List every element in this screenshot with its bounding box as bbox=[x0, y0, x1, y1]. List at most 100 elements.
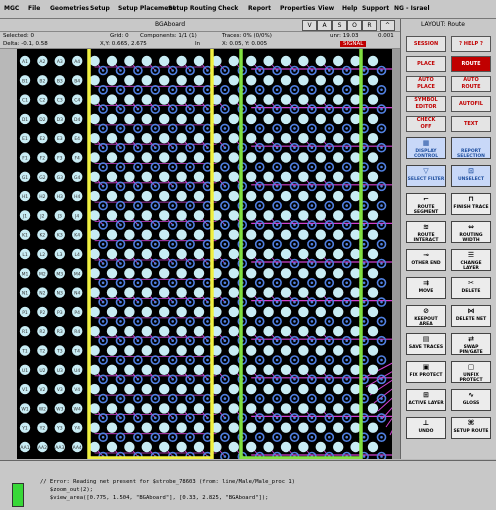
check-off-button[interactable]: CHECK OFF bbox=[406, 116, 446, 132]
bga-pad bbox=[159, 364, 170, 375]
help-button[interactable]: ? HELP ? bbox=[451, 36, 491, 52]
bga-pad bbox=[298, 287, 309, 298]
via-hole bbox=[136, 262, 140, 265]
active-layer-button[interactable]: ⊞ ACTIVE LAYER bbox=[406, 389, 446, 411]
select-filter-button[interactable]: ▽ SELECT FILTER bbox=[406, 165, 446, 187]
bga-pad bbox=[228, 94, 239, 105]
pad-label: H1 bbox=[22, 194, 28, 200]
place-button[interactable]: PLACE bbox=[406, 56, 446, 72]
pcb-canvas[interactable]: A1 A2 A3 A4 B1 B2 B3 B4 C1 C2 C3 C4 D1 D2 D3 D4 E1 E2 E3 E4… bbox=[17, 42, 401, 462]
menu-mgc[interactable]: MGC bbox=[4, 5, 19, 13]
button-label: FIX PROTECT bbox=[409, 373, 443, 378]
menu-report[interactable]: Report bbox=[248, 5, 271, 13]
bga-pad bbox=[106, 75, 118, 86]
via-hole bbox=[119, 378, 122, 381]
bga-pad bbox=[176, 403, 187, 414]
bga-pad bbox=[89, 306, 100, 318]
routing-width-button[interactable]: ⇔ ROUTING WIDTH bbox=[451, 221, 491, 243]
area-button[interactable]: A bbox=[317, 20, 332, 31]
pad-label: K2 bbox=[39, 233, 45, 239]
bga-pad bbox=[280, 403, 292, 414]
bga-pad bbox=[263, 133, 274, 144]
menu-view[interactable]: View bbox=[318, 5, 334, 13]
bga-pad bbox=[124, 287, 135, 298]
menu-setup-placement[interactable]: Setup Placement bbox=[118, 5, 176, 13]
option-button[interactable]: O bbox=[347, 20, 362, 31]
button-label: REPORT SELECTION bbox=[457, 149, 485, 159]
pad-label: V1 bbox=[22, 387, 28, 393]
bga-pad bbox=[141, 94, 152, 105]
session-button[interactable]: SESSION bbox=[406, 36, 446, 52]
bga-pad bbox=[315, 268, 326, 279]
finish-trace-button[interactable]: ⊓ FINISH TRACE bbox=[451, 193, 491, 215]
via-hole bbox=[258, 339, 261, 343]
menu-help[interactable]: Help bbox=[342, 5, 357, 13]
via-hole bbox=[136, 281, 140, 285]
finish-trace-icon: ⊓ bbox=[468, 195, 474, 203]
button-label: ROUTE SEGMENT bbox=[413, 205, 439, 215]
bga-pad bbox=[298, 94, 309, 105]
route-button[interactable]: ROUTE bbox=[451, 56, 491, 72]
bga-pad bbox=[228, 113, 239, 125]
menu-setup-routing[interactable]: Setup Routing bbox=[168, 5, 216, 13]
bga-pad bbox=[333, 210, 344, 221]
report-selection-button[interactable]: REPORT SELECTION bbox=[451, 137, 491, 159]
via-hole bbox=[206, 262, 209, 265]
bga-pad bbox=[106, 171, 118, 182]
bga-pad bbox=[298, 306, 309, 318]
pad-label: J3 bbox=[57, 213, 62, 219]
setup-route-button[interactable]: ⌘ SETUP ROUTE bbox=[451, 417, 491, 439]
bga-pad bbox=[228, 152, 239, 163]
menu-ng-israel[interactable]: NG - Israel bbox=[394, 5, 430, 13]
button-label: UNDO bbox=[418, 429, 434, 434]
delete-net-button[interactable]: ⋈ DELETE NET bbox=[451, 305, 491, 327]
via-hole bbox=[136, 223, 140, 227]
swap-pin-gate-button[interactable]: ⇄ SWAP PIN/GATE bbox=[451, 333, 491, 355]
move-icon: ⇉ bbox=[423, 279, 429, 287]
via-hole bbox=[362, 165, 366, 169]
fix-protect-button[interactable]: ▣ FIX PROTECT bbox=[406, 361, 446, 383]
menu-check[interactable]: Check bbox=[218, 5, 238, 13]
undo-button[interactable]: ⊥ UNDO bbox=[406, 417, 446, 439]
menu-setup[interactable]: Setup bbox=[90, 5, 110, 13]
route-interact-button[interactable]: ≋ ROUTE INTERACT bbox=[406, 221, 446, 243]
move-button[interactable]: ⇉ MOVE bbox=[406, 277, 446, 299]
bga-pad bbox=[280, 113, 292, 125]
change-layer-button[interactable]: ☰ CHANGE LAYER bbox=[451, 249, 491, 271]
auto-place-button[interactable]: AUTO PLACE bbox=[406, 76, 446, 92]
delete-button[interactable]: ✂ DELETE bbox=[451, 277, 491, 299]
menu-support[interactable]: Support bbox=[362, 5, 389, 13]
gloss-button[interactable]: ∿ GLOSS bbox=[451, 389, 491, 411]
symbol-editor-button[interactable]: SYMBOL EDITOR bbox=[406, 96, 446, 112]
pad-label: R1 bbox=[22, 329, 28, 335]
bga-pad bbox=[263, 152, 274, 163]
unfix-protect-button[interactable]: ▢ UNFIX PROTECT bbox=[451, 361, 491, 383]
autofil-button[interactable]: AUTOFIL bbox=[451, 96, 491, 112]
save-traces-button[interactable]: ▤ SAVE TRACES bbox=[406, 333, 446, 355]
menu-geometries[interactable]: Geometries bbox=[50, 5, 89, 13]
menu-properties[interactable]: Properties bbox=[280, 5, 315, 13]
unselect-button[interactable]: ⊡ UNSELECT bbox=[451, 165, 491, 187]
via-hole bbox=[310, 397, 314, 400]
select-button[interactable]: S bbox=[332, 20, 347, 31]
bga-pad bbox=[315, 229, 326, 240]
text-button[interactable]: TEXT bbox=[451, 116, 491, 132]
keepout-area-button[interactable]: ⊘ KEEPOUT AREA bbox=[406, 305, 446, 327]
via-hole bbox=[154, 242, 157, 246]
bga-pad bbox=[246, 422, 257, 433]
display-control-button[interactable]: ▦ DISPLAY CONTROL bbox=[406, 137, 446, 159]
auto-route-button[interactable]: AUTO ROUTE bbox=[451, 76, 491, 92]
change-layer-icon: ☰ bbox=[467, 251, 475, 259]
bga-pad bbox=[298, 268, 309, 279]
via-hole bbox=[188, 435, 192, 439]
via-hole bbox=[258, 300, 261, 304]
route-segment-button[interactable]: ⌐ ROUTE SEGMENT bbox=[406, 193, 446, 215]
other-end-button[interactable]: ⊸ OTHER END bbox=[406, 249, 446, 271]
redraw-button[interactable]: R bbox=[362, 20, 377, 31]
vertical-scrollbar[interactable] bbox=[392, 49, 400, 459]
board-drawing[interactable]: A1 A2 A3 A4 B1 B2 B3 B4 C1 C2 C3 C4 D1 D2 D3 D4 E1 E2 E3 E4… bbox=[17, 42, 401, 462]
view-button[interactable]: V bbox=[302, 20, 317, 31]
maximize-button[interactable]: ^ bbox=[380, 20, 395, 31]
bga-pad bbox=[106, 441, 118, 453]
menu-file[interactable]: File bbox=[28, 5, 40, 13]
